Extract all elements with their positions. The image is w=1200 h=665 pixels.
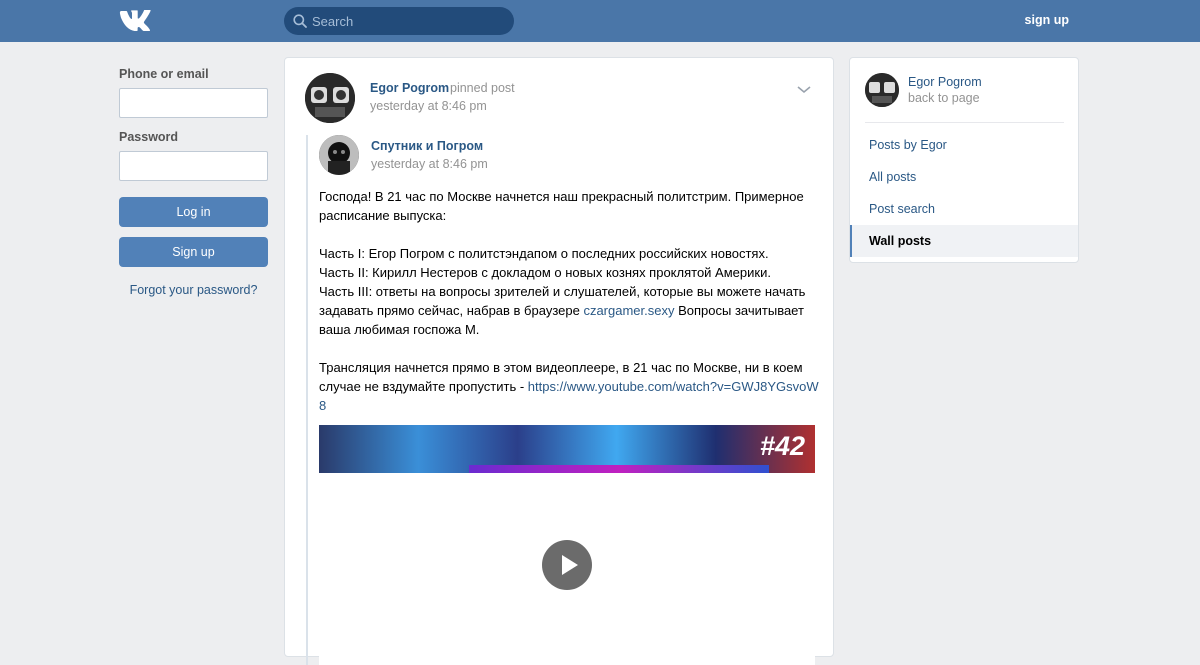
search-icon xyxy=(293,14,307,28)
side-panel: Egor Pogrom back to page Posts by Egor A… xyxy=(849,57,1079,263)
play-button[interactable] xyxy=(542,540,592,590)
repost-time[interactable]: yesterday at 8:46 pm xyxy=(371,157,488,171)
post-link-czargamer[interactable]: czargamer.sexy xyxy=(583,303,674,318)
post-author-name[interactable]: Egor Pogrom xyxy=(370,81,449,95)
post-time[interactable]: yesterday at 8:46 pm xyxy=(370,99,487,113)
login-button[interactable]: Log in xyxy=(119,197,268,227)
signup-button[interactable]: Sign up xyxy=(119,237,268,267)
repost-author-name[interactable]: Спутник и Погром xyxy=(371,139,483,153)
sidebar-avatar-image-icon xyxy=(865,73,899,107)
play-icon xyxy=(562,555,578,575)
author-avatar[interactable] xyxy=(305,73,355,123)
top-bar: sign up xyxy=(0,0,1200,42)
search-box xyxy=(284,7,514,35)
chevron-down-icon[interactable] xyxy=(796,82,812,98)
repost-avatar-image-icon xyxy=(319,135,359,175)
post-text: Господа! В 21 час по Москве начнется наш… xyxy=(319,187,819,415)
sidebar-name[interactable]: Egor Pogrom xyxy=(908,75,982,89)
avatar-image-icon xyxy=(305,73,355,123)
video-thumbnail: #42 xyxy=(319,425,815,473)
password-label: Password xyxy=(119,130,179,144)
password-input[interactable] xyxy=(119,151,268,181)
repost-avatar[interactable] xyxy=(319,135,359,175)
search-input[interactable] xyxy=(312,7,502,35)
video-player[interactable]: #42 xyxy=(319,425,815,665)
phone-input[interactable] xyxy=(119,88,268,118)
header-signup-link[interactable]: sign up xyxy=(1025,13,1069,27)
pinned-label: pinned post xyxy=(450,81,515,95)
post-card: Egor Pogrom pinned post yesterday at 8:4… xyxy=(284,57,834,665)
vk-logo-icon[interactable] xyxy=(119,10,152,31)
menu-item-post-search[interactable]: Post search xyxy=(850,193,1078,225)
menu-item-all-posts[interactable]: All posts xyxy=(850,161,1078,193)
forgot-password-link[interactable]: Forgot your password? xyxy=(119,283,268,297)
back-to-page-link[interactable]: back to page xyxy=(908,91,980,105)
video-thumbnail-strip xyxy=(469,465,769,473)
phone-label: Phone or email xyxy=(119,67,209,81)
login-form: Phone or email Password Log in Sign up F… xyxy=(119,67,268,297)
menu-item-posts-by-egor[interactable]: Posts by Egor xyxy=(850,129,1078,161)
episode-tag: #42 xyxy=(759,431,805,461)
divider xyxy=(865,122,1064,123)
sidebar-avatar[interactable] xyxy=(865,73,899,107)
menu-item-wall-posts[interactable]: Wall posts xyxy=(850,225,1078,257)
repost-bar xyxy=(306,135,308,665)
post-text-intro: Господа! В 21 час по Москве начнется наш… xyxy=(319,189,806,318)
